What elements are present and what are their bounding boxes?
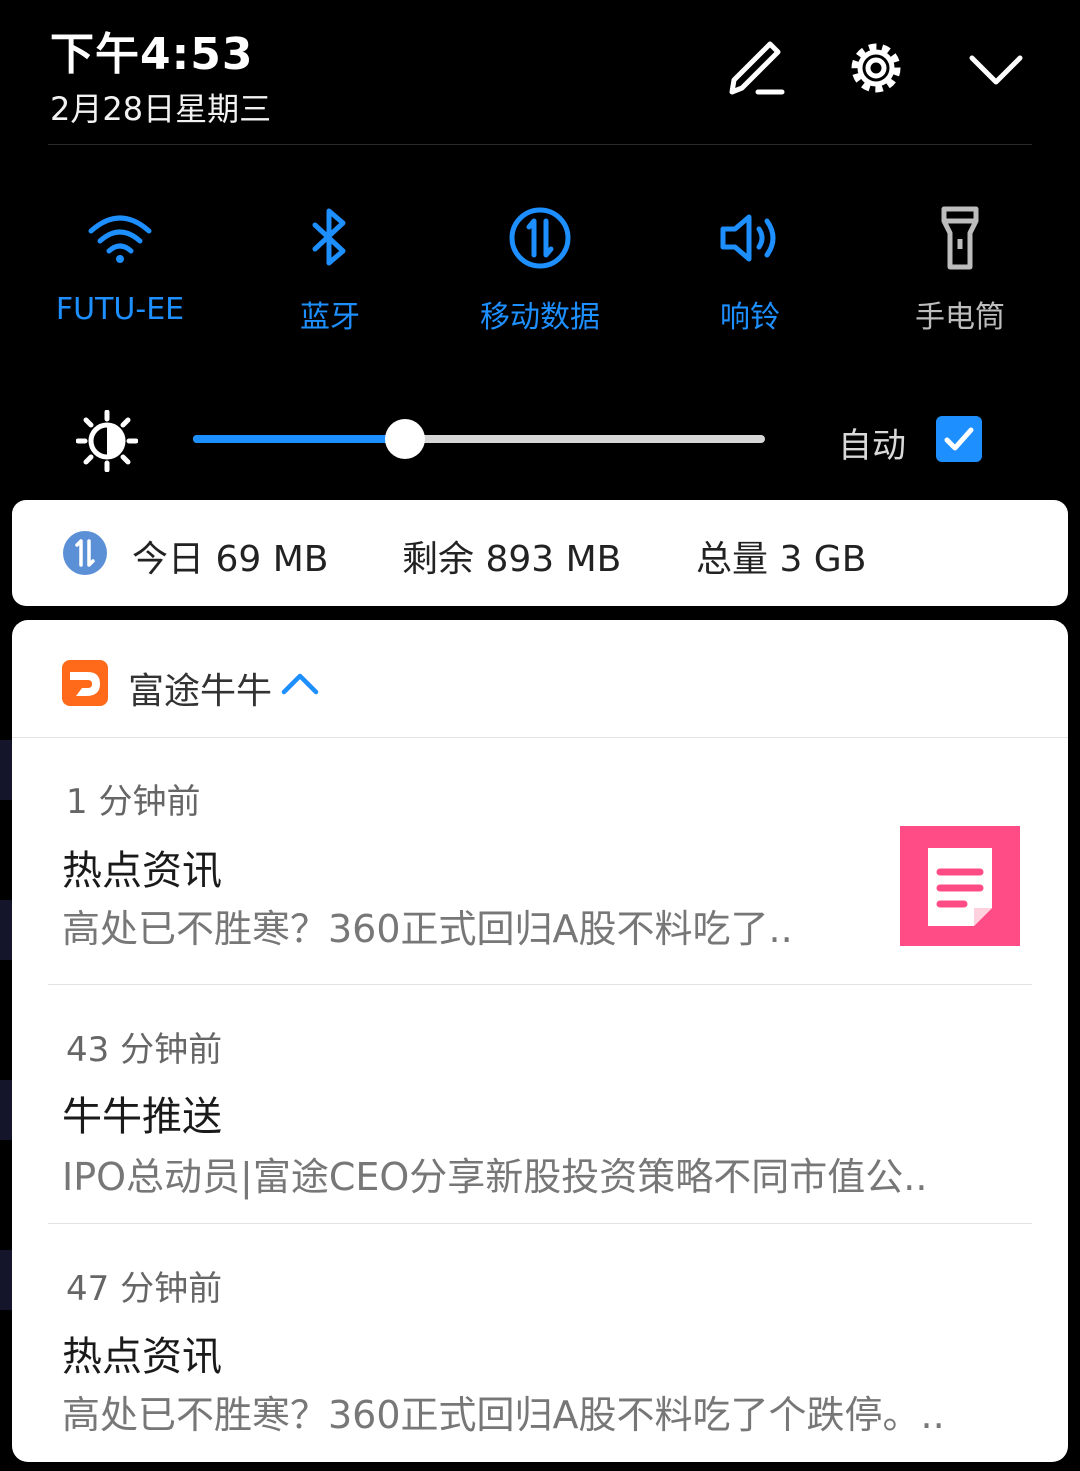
- notification-time: 1 分钟前: [66, 782, 201, 822]
- auto-brightness-checkbox[interactable]: [936, 416, 982, 462]
- notification-body: 高处已不胜寒？360正式回归A股不料吃了..: [62, 907, 793, 951]
- notification-body: 高处已不胜寒？360正式回归A股不料吃了个跌停。..: [62, 1393, 945, 1437]
- mobile-data-icon: [450, 200, 630, 276]
- toggle-label: 手电筒: [915, 300, 1005, 335]
- futu-app-logo: [62, 660, 108, 706]
- auto-brightness-label: 自动: [838, 426, 906, 466]
- background-strip: [0, 740, 12, 800]
- toggle-label: 响铃: [720, 300, 780, 335]
- date-label: 2月28日星期三: [50, 90, 272, 128]
- toggle-flashlight[interactable]: 手电筒: [870, 200, 1050, 336]
- group-header-divider: [12, 737, 1068, 738]
- notification-title: 牛牛推送: [62, 1094, 222, 1140]
- brightness-slider-fill: [193, 435, 405, 443]
- notification-time: 47 分钟前: [66, 1269, 223, 1309]
- bluetooth-icon: [240, 200, 420, 276]
- background-strip: [0, 1080, 12, 1140]
- wifi-icon: [30, 200, 210, 276]
- data-today: 今日 69 MB: [132, 539, 329, 580]
- toggle-wifi[interactable]: FUTU-EE: [30, 200, 210, 327]
- background-strip: [0, 1250, 12, 1310]
- notification-title: 热点资讯: [62, 848, 222, 894]
- note-thumbnail-icon: [900, 826, 1020, 946]
- ring-volume-icon: [660, 200, 840, 276]
- brightness-slider[interactable]: [193, 419, 765, 459]
- data-total: 总量 3 GB: [696, 539, 867, 580]
- toggle-label: FUTU-EE: [55, 292, 185, 327]
- notification-time: 43 分钟前: [66, 1030, 223, 1070]
- toggle-ring[interactable]: 响铃: [660, 200, 840, 336]
- checkmark-icon: [944, 427, 974, 451]
- notification-divider: [48, 1223, 1032, 1224]
- background-strip: [0, 900, 12, 960]
- brightness-icon: [75, 409, 139, 473]
- notification-title: 热点资讯: [62, 1334, 222, 1380]
- mobile-data-icon: [62, 530, 108, 576]
- chevron-up-icon[interactable]: [280, 668, 320, 698]
- flashlight-icon: [870, 200, 1050, 276]
- data-remaining: 剩余 893 MB: [402, 539, 622, 580]
- clock-time: 下午4:53: [50, 29, 254, 80]
- toggle-label: 移动数据: [480, 300, 600, 335]
- header-divider: [48, 144, 1032, 145]
- edit-icon[interactable]: [724, 36, 788, 100]
- toggle-bluetooth[interactable]: 蓝牙: [240, 200, 420, 336]
- notification-group[interactable]: 富途牛牛 1 分钟前 热点资讯 高处已不胜寒？360正式回归A股不料吃了.. 4…: [12, 620, 1068, 1462]
- notification-divider: [48, 984, 1032, 985]
- brightness-slider-thumb[interactable]: [384, 419, 425, 459]
- settings-icon[interactable]: [844, 36, 908, 100]
- data-usage-card[interactable]: 今日 69 MB 剩余 893 MB 总量 3 GB: [12, 500, 1068, 606]
- notification-body: IPO总动员|富途CEO分享新股投资策略不同市值公..: [62, 1155, 928, 1199]
- collapse-chevron-icon[interactable]: [964, 36, 1028, 100]
- app-name: 富途牛牛: [128, 671, 273, 712]
- toggle-label: 蓝牙: [300, 300, 360, 335]
- toggle-mobile-data[interactable]: 移动数据: [450, 200, 630, 336]
